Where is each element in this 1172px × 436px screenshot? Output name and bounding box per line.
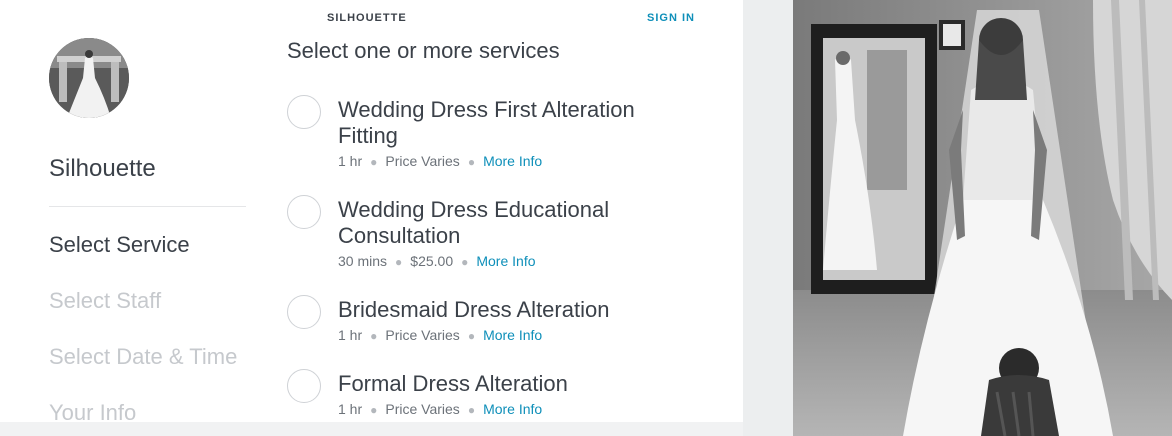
more-info-link[interactable]: More Info (476, 253, 535, 269)
sidebar-divider (49, 206, 246, 207)
more-info-link[interactable]: More Info (483, 327, 542, 343)
page-title: Select one or more services (287, 38, 560, 63)
sign-in-link[interactable]: SIGN IN (647, 12, 695, 24)
hero-photo (793, 0, 1172, 436)
service-price: $25.00 (410, 253, 454, 269)
service-item[interactable]: Wedding Dress Educational Consultation 3… (287, 195, 707, 275)
service-name: Wedding Dress First Alteration Fitting (338, 97, 635, 148)
separator-dot: ● (467, 403, 476, 417)
step-select-date-time: Select Date & Time (49, 344, 238, 369)
service-duration: 1 hr (338, 153, 363, 169)
service-radio[interactable] (287, 195, 321, 229)
separator-dot: ● (370, 329, 378, 343)
service-name: Bridesmaid Dress Alteration (338, 297, 610, 322)
service-item[interactable]: Formal Dress Alteration 1 hr ● Price Varie… (287, 369, 707, 419)
service-item[interactable]: Wedding Dress First Alteration Fitting 1… (287, 95, 707, 175)
service-price: Price Varies (385, 401, 460, 417)
service-meta: 1 hr ● Price Varies ● More Info (338, 327, 542, 343)
service-radio[interactable] (287, 95, 321, 129)
separator-dot: ● (467, 329, 476, 343)
sidebar-business-name: Silhouette (49, 155, 156, 182)
separator-dot: ● (467, 155, 476, 169)
service-name: Wedding Dress Educational Consultation (338, 197, 610, 248)
separator-dot: ● (395, 255, 403, 269)
service-duration: 1 hr (338, 401, 363, 417)
step-your-info: Your Info (49, 400, 137, 425)
avatar-image (49, 38, 129, 118)
step-select-staff: Select Staff (49, 288, 162, 313)
separator-dot: ● (461, 255, 469, 269)
service-meta: 1 hr ● Price Varies ● More Info (338, 401, 542, 417)
service-item[interactable]: Bridesmaid Dress Alteration 1 hr ● Price V… (287, 295, 707, 345)
page-gutter (743, 0, 793, 436)
service-duration: 1 hr (338, 327, 363, 343)
separator-dot: ● (370, 155, 378, 169)
service-radio[interactable] (287, 295, 321, 329)
step-select-service[interactable]: Select Service (49, 232, 190, 258)
service-name: Formal Dress Alteration (338, 371, 568, 396)
service-meta: 1 hr ● Price Varies ● More Info (338, 153, 542, 169)
service-duration: 30 mins (338, 253, 388, 269)
avatar (49, 38, 129, 118)
service-radio[interactable] (287, 369, 321, 403)
service-meta: 30 mins ● $25.00 ● More Info (338, 253, 536, 269)
more-info-link[interactable]: More Info (483, 153, 542, 169)
separator-dot: ● (370, 403, 378, 417)
hero-photo-image (793, 0, 1172, 436)
service-price: Price Varies (385, 327, 460, 343)
header-business-name: SILHOUETTE (327, 12, 407, 24)
service-price: Price Varies (385, 153, 460, 169)
more-info-link[interactable]: More Info (483, 401, 542, 417)
